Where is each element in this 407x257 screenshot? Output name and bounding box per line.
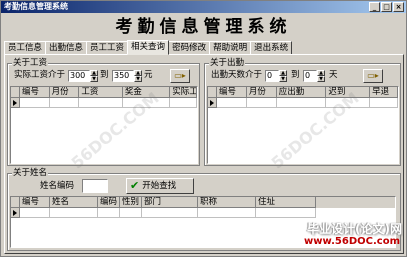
- title-bar[interactable]: 考勤信息管理系统 _ □ ×: [1, 1, 406, 13]
- salary-max-spinner[interactable]: ▲ ▼: [134, 70, 142, 82]
- tab-employee-info[interactable]: 员工信息: [4, 41, 47, 55]
- name-group-title: 关于姓名: [12, 168, 49, 178]
- table-row[interactable]: [11, 98, 197, 108]
- name-code-label: 姓名编码: [40, 181, 75, 191]
- row-indicator-icon: [11, 98, 20, 108]
- name-col-code: 编码: [98, 197, 120, 208]
- salary-col-month: 月份: [49, 87, 80, 98]
- name-code-input[interactable]: [82, 179, 108, 193]
- row-indicator-icon: [11, 208, 20, 218]
- name-col-title: 职称: [198, 197, 256, 208]
- checkmark-icon: ✔: [130, 179, 140, 192]
- salary-query-button[interactable]: ▭▸: [170, 69, 190, 83]
- name-col-department: 部门: [142, 197, 198, 208]
- salary-min-input[interactable]: 300: [68, 70, 90, 82]
- salary-group-title: 关于工资: [12, 58, 49, 68]
- name-col-id: 编号: [20, 197, 50, 208]
- table-row[interactable]: [11, 208, 395, 218]
- watermark-footer: 毕业设计(论文)网 www.56DOC.com: [1, 220, 407, 257]
- tab-password-change[interactable]: 密码修改: [168, 41, 211, 55]
- row-indicator-icon: [208, 98, 217, 108]
- name-col-name: 姓名: [50, 197, 98, 208]
- salary-col-wage: 工资: [79, 87, 123, 98]
- attendance-range-label: 出勤天数介于: [211, 70, 263, 80]
- attendance-max-input[interactable]: 0: [303, 70, 317, 82]
- minimize-button[interactable]: _: [369, 2, 380, 12]
- salary-grid-header: 编号 月份 工资 奖金 实际工: [11, 87, 197, 98]
- start-search-button[interactable]: ✔ 开始查找: [126, 178, 194, 194]
- attendance-col-id: 编号: [217, 87, 247, 98]
- salary-to-label: 到: [100, 70, 109, 80]
- table-row[interactable]: [208, 98, 398, 108]
- attendance-col-month: 月份: [246, 87, 277, 98]
- start-search-label: 开始查找: [142, 181, 177, 191]
- app-banner: 考勤信息管理系统: [1, 13, 406, 41]
- attendance-unit-label: 天: [329, 70, 338, 80]
- salary-col-id: 编号: [20, 87, 50, 98]
- query-icon: ▭▸: [367, 71, 379, 80]
- name-col-gender: 性别: [120, 197, 142, 208]
- window-controls: _ □ ×: [369, 2, 404, 12]
- tab-attendance-info[interactable]: 出勤信息: [45, 41, 88, 55]
- salary-grid[interactable]: 编号 月份 工资 奖金 实际工: [10, 86, 198, 164]
- watermark-site-url: www.56DOC.com: [304, 236, 400, 247]
- attendance-col-required: 应出勤: [276, 87, 327, 98]
- close-button[interactable]: ×: [393, 2, 404, 12]
- maximize-button[interactable]: □: [381, 2, 392, 12]
- attendance-col-early: 早退: [370, 87, 398, 98]
- watermark-site-text: 毕业设计(论文)网: [307, 222, 402, 236]
- attendance-group-title: 关于出勤: [209, 58, 246, 68]
- salary-col-actual: 实际工: [170, 87, 197, 98]
- attendance-query-button[interactable]: ▭▸: [363, 69, 383, 83]
- attendance-grid-header: 编号 月份 应出勤 迟到 早退: [208, 87, 398, 98]
- window-title: 考勤信息管理系统: [4, 2, 68, 11]
- attendance-to-label: 到: [291, 70, 300, 80]
- tab-related-query[interactable]: 相关查询: [127, 40, 170, 55]
- tab-help[interactable]: 帮助说明: [209, 41, 252, 55]
- name-col-address: 住址: [256, 197, 316, 208]
- main-window: 考勤信息管理系统 _ □ × 考勤信息管理系统 员工信息 出勤信息 员工工资 相…: [0, 0, 407, 257]
- salary-range-label: 实际工资介于: [14, 70, 66, 80]
- tab-exit[interactable]: 退出系统: [250, 41, 293, 55]
- salary-min-spinner[interactable]: ▲ ▼: [90, 70, 98, 82]
- attendance-max-spinner[interactable]: ▲ ▼: [317, 70, 325, 82]
- name-grid-header: 编号 姓名 编码 性别 部门 职称 住址: [11, 197, 395, 208]
- salary-unit-label: 元: [144, 70, 153, 80]
- salary-max-input[interactable]: 350: [112, 70, 134, 82]
- tab-employee-salary[interactable]: 员工工资: [86, 41, 129, 55]
- attendance-min-spinner[interactable]: ▲ ▼: [279, 70, 287, 82]
- attendance-min-input[interactable]: 0: [265, 70, 279, 82]
- tab-bar: 员工信息 出勤信息 员工工资 相关查询 密码修改 帮助说明 退出系统: [4, 40, 293, 55]
- query-icon: ▭▸: [174, 71, 186, 80]
